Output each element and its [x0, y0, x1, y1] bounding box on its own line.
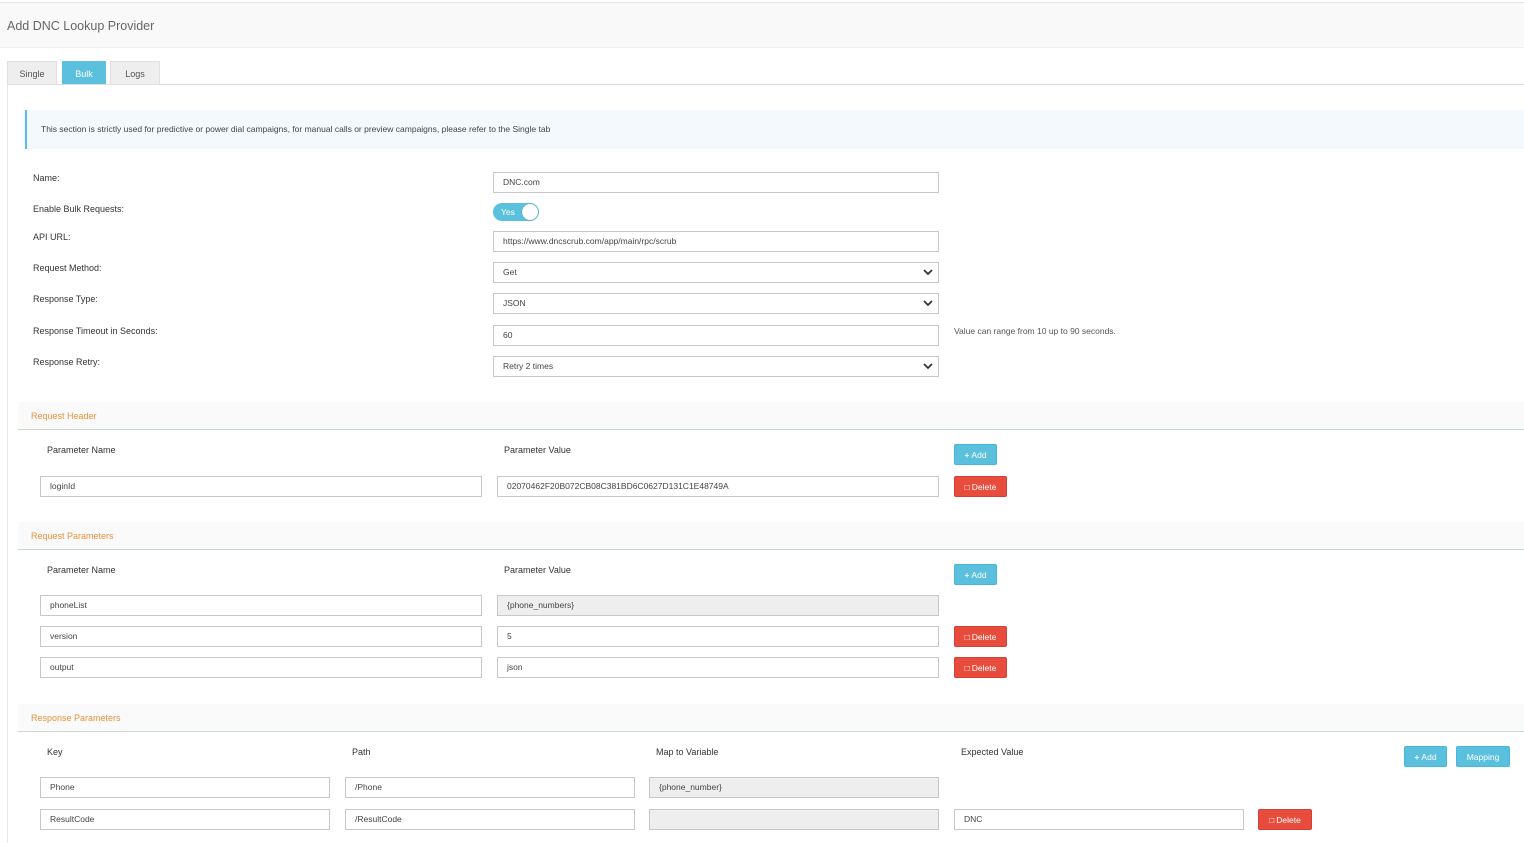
- param-value-input[interactable]: json: [497, 657, 939, 678]
- response-path-input[interactable]: /ResultCode: [345, 809, 635, 830]
- name-input[interactable]: DNC.com: [493, 172, 939, 193]
- param-name-input[interactable]: version: [40, 626, 482, 647]
- response-params-section: Response Parameters: [18, 704, 1524, 732]
- chevron-down-icon: [923, 269, 933, 276]
- content-border: [7, 85, 8, 843]
- request-method-label: Request Method:: [33, 263, 102, 273]
- param-value-input: {phone_numbers}: [497, 595, 939, 616]
- delete-response-button[interactable]: □ Delete: [1258, 809, 1312, 830]
- response-key-input[interactable]: ResultCode: [40, 809, 330, 830]
- plus-icon: +: [1414, 752, 1420, 762]
- plus-icon: +: [964, 570, 970, 580]
- add-response-label: Add: [1421, 752, 1437, 762]
- delete-header-button[interactable]: □ Delete: [954, 476, 1007, 497]
- info-alert: This section is strictly used for predic…: [25, 110, 1524, 149]
- enable-bulk-toggle[interactable]: Yes: [493, 203, 539, 221]
- trash-icon: □: [964, 663, 970, 673]
- response-key-input[interactable]: Phone: [40, 777, 330, 798]
- page-header: Add DNC Lookup Provider: [0, 2, 1524, 48]
- col-parameter-value: Parameter Value: [504, 565, 571, 575]
- api-url-input[interactable]: https://www.dncscrub.com/app/main/rpc/sc…: [493, 231, 939, 252]
- param-value-input[interactable]: 5: [497, 626, 939, 647]
- response-type-select[interactable]: JSON: [493, 293, 939, 314]
- mapping-button[interactable]: Mapping: [1456, 746, 1510, 767]
- tab-single[interactable]: Single: [7, 61, 57, 85]
- trash-icon: □: [964, 632, 970, 642]
- delete-param-label: Delete: [971, 632, 997, 642]
- request-params-title: Request Parameters: [31, 531, 114, 541]
- response-timeout-label: Response Timeout in Seconds:: [33, 326, 158, 336]
- col-parameter-name: Parameter Name: [47, 565, 116, 575]
- info-alert-text: This section is strictly used for predic…: [41, 124, 551, 134]
- response-path-input[interactable]: /Phone: [345, 777, 635, 798]
- add-response-button[interactable]: + Add: [1404, 746, 1447, 767]
- tab-divider: [7, 84, 1524, 85]
- response-timeout-input[interactable]: 60: [493, 325, 939, 346]
- request-header-section: Request Header: [18, 402, 1524, 430]
- delete-header-label: Delete: [971, 482, 997, 492]
- request-header-title: Request Header: [31, 411, 97, 421]
- toggle-knob: [522, 204, 538, 220]
- add-param-label: Add: [971, 570, 987, 580]
- add-param-button[interactable]: + Add: [954, 564, 997, 585]
- response-params-title: Response Parameters: [31, 713, 121, 723]
- request-method-select[interactable]: Get: [493, 262, 939, 283]
- response-retry-select[interactable]: Retry 2 times: [493, 356, 939, 377]
- toggle-label: Yes: [501, 207, 515, 217]
- delete-param-label: Delete: [971, 663, 997, 673]
- request-params-section: Request Parameters: [18, 522, 1524, 550]
- response-map-input: [649, 809, 939, 830]
- response-type-label: Response Type:: [33, 294, 98, 304]
- api-url-label: API URL:: [33, 232, 71, 242]
- col-map-to-variable: Map to Variable: [656, 747, 719, 757]
- delete-param-button[interactable]: □ Delete: [954, 657, 1007, 678]
- trash-icon: □: [1269, 815, 1275, 825]
- plus-icon: +: [964, 450, 970, 460]
- header-param-value-input[interactable]: 02070462F20B072CB08C381BD6C0627D131C1E48…: [497, 476, 939, 497]
- response-retry-label: Response Retry:: [33, 357, 101, 367]
- delete-param-button[interactable]: □ Delete: [954, 626, 1007, 647]
- add-header-label: Add: [971, 450, 987, 460]
- col-key: Key: [47, 747, 63, 757]
- name-label: Name:: [33, 173, 60, 183]
- chevron-down-icon: [923, 300, 933, 307]
- col-parameter-value: Parameter Value: [504, 445, 571, 455]
- response-map-input: {phone_number}: [649, 777, 939, 798]
- delete-response-label: Delete: [1276, 815, 1301, 825]
- response-retry-value: Retry 2 times: [503, 361, 554, 371]
- param-name-input[interactable]: phoneList: [40, 595, 482, 616]
- trash-icon: □: [964, 482, 970, 492]
- response-type-value: JSON: [503, 298, 526, 308]
- tab-bulk[interactable]: Bulk: [62, 61, 106, 85]
- request-method-value: Get: [503, 267, 517, 277]
- add-header-button[interactable]: + Add: [954, 444, 997, 465]
- col-parameter-name: Parameter Name: [47, 445, 116, 455]
- page-title: Add DNC Lookup Provider: [7, 19, 155, 33]
- tab-logs[interactable]: Logs: [110, 61, 160, 85]
- chevron-down-icon: [923, 363, 933, 370]
- col-expected-value: Expected Value: [961, 747, 1024, 757]
- enable-bulk-label: Enable Bulk Requests:: [33, 204, 125, 214]
- col-path: Path: [352, 747, 371, 757]
- response-expected-input[interactable]: DNC: [954, 809, 1244, 830]
- param-name-input[interactable]: output: [40, 657, 482, 678]
- header-param-name-input[interactable]: loginId: [40, 476, 482, 497]
- response-timeout-help: Value can range from 10 up to 90 seconds…: [954, 326, 1116, 336]
